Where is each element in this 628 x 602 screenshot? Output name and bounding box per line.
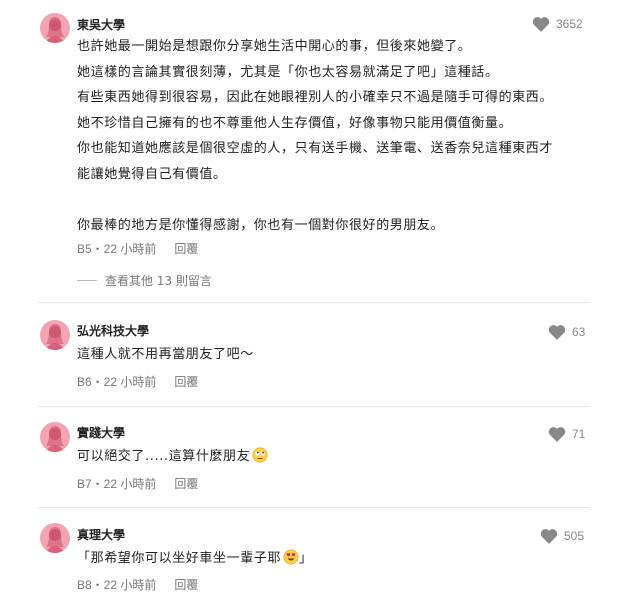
- comment-meta: B5・22 小時前 回覆: [77, 240, 198, 257]
- like-button[interactable]: 3652: [532, 16, 583, 32]
- comment-line: 她不珍惜自己擁有的也不尊重他人生存價值，好像事物只能用價值衡量。: [77, 115, 513, 131]
- heart-icon: [540, 529, 558, 544]
- comment-line: 這種人就不用再當朋友了吧～: [77, 347, 254, 362]
- more-divider: [77, 280, 97, 281]
- comment-line: 你也能知道她應該是個很空虛的人，只有送手機、送筆電、送香奈兒這種東西才: [77, 141, 554, 156]
- floor-time: B6・22 小時前: [77, 375, 157, 389]
- like-count: 71: [572, 427, 586, 441]
- comment-body: 也許她最一開始是想跟你分享她生活中開心的事，但後來她變了。 她這樣的言論其實很刻…: [77, 34, 607, 238]
- school-name[interactable]: 實踐大學: [77, 424, 125, 441]
- floor-time: B5・22 小時前: [77, 242, 157, 256]
- view-more-replies[interactable]: 查看其他 13 則留言: [77, 272, 212, 289]
- reply-button[interactable]: 回覆: [174, 576, 198, 593]
- comment-body: 這種人就不用再當朋友了吧～: [77, 342, 607, 368]
- comment-line: 能讓她覺得自己有價值。: [77, 166, 227, 182]
- comment-line: 「那希望你可以坐好車坐一輩子耶 」: [77, 546, 607, 572]
- comment-line: 可以絕交了.....這算什麼朋友: [77, 444, 607, 470]
- like-button[interactable]: 63: [548, 324, 585, 340]
- comment-meta: B8・22 小時前 回覆: [77, 576, 198, 593]
- female-avatar-icon[interactable]: [40, 320, 70, 350]
- comment-line: 也許她最一開始是想跟你分享她生活中開心的事，但後來她變了。: [77, 39, 472, 54]
- reply-button[interactable]: 回覆: [174, 240, 198, 257]
- comment-meta: B6・22 小時前 回覆: [77, 373, 198, 390]
- like-button[interactable]: 505: [540, 528, 584, 544]
- comment-text: 「那希望你可以坐好車坐一輩子耶: [77, 551, 282, 566]
- school-name[interactable]: 東吳大學: [77, 16, 125, 33]
- divider: [38, 406, 590, 407]
- comment-line: 她這樣的言論其實很刻薄，尤其是「你也太容易就滿足了吧」這種話。: [77, 64, 499, 80]
- more-replies-label: 查看其他 13 則留言: [105, 274, 212, 288]
- heart-icon: [532, 17, 550, 32]
- like-count: 505: [564, 529, 585, 543]
- divider: [38, 302, 590, 303]
- female-avatar-icon[interactable]: [40, 523, 70, 553]
- floor-time: B8・22 小時前: [77, 578, 157, 592]
- reply-button[interactable]: 回覆: [174, 475, 198, 492]
- floor-time: B7・22 小時前: [77, 477, 157, 491]
- comment-text-end: 」: [299, 551, 313, 566]
- comment-body: 「那希望你可以坐好車坐一輩子耶 」: [77, 546, 607, 572]
- comment-text: 可以絕交了.....這算什麼朋友: [77, 449, 251, 464]
- school-name[interactable]: 真理大學: [77, 526, 125, 543]
- heart-icon: [548, 427, 566, 442]
- female-avatar-icon[interactable]: [40, 422, 70, 452]
- star-struck-emoji-icon: [283, 549, 299, 565]
- female-avatar-icon[interactable]: [40, 13, 70, 43]
- like-count: 63: [572, 325, 586, 339]
- comment-line: 你最棒的地方是你懂得感謝，你也有一個對你很好的男朋友。: [77, 217, 445, 233]
- like-count: 3652: [556, 17, 583, 31]
- heart-icon: [548, 325, 566, 340]
- comment-meta: B7・22 小時前 回覆: [77, 475, 198, 492]
- like-button[interactable]: 71: [548, 426, 585, 442]
- school-name[interactable]: 弘光科技大學: [77, 322, 149, 339]
- reply-button[interactable]: 回覆: [174, 373, 198, 390]
- eye-roll-emoji-icon: [252, 447, 268, 463]
- divider: [38, 507, 590, 508]
- comment-line: 有些東西她得到很容易，因此在她眼裡別人的小確幸只不過是隨手可得的東西。: [77, 90, 554, 105]
- comment-body: 可以絕交了.....這算什麼朋友: [77, 444, 607, 470]
